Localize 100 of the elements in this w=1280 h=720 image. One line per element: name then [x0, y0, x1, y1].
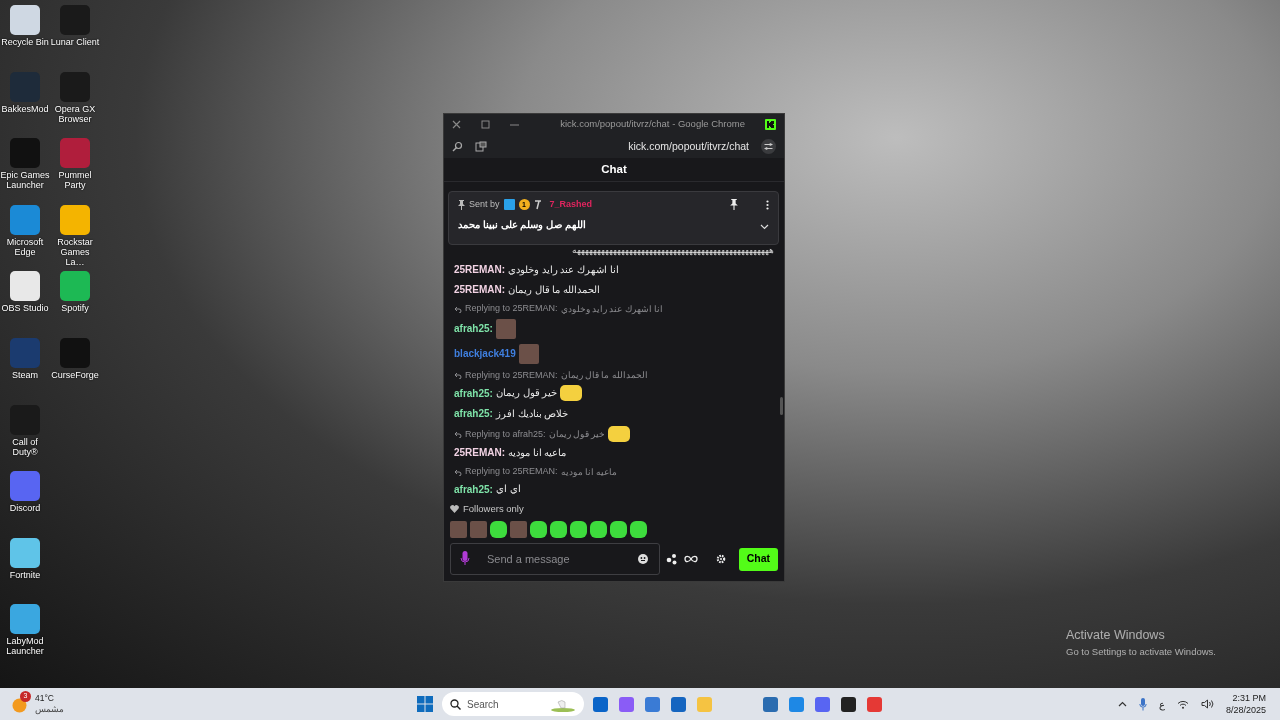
icon-label[interactable]: Call of Duty® — [0, 436, 50, 457]
search-icon[interactable] — [452, 141, 463, 152]
icon-label[interactable]: Epic Games Launcher — [0, 170, 50, 191]
reply-label[interactable]: Replying to 25REMAN: — [465, 368, 558, 383]
emote-photo-placeholder — [518, 343, 539, 364]
search-placeholder: Search — [467, 697, 500, 712]
more-options-icon[interactable] — [766, 199, 769, 210]
close-icon[interactable] — [452, 120, 461, 129]
emote-photo-placeholder — [495, 318, 516, 339]
site-settings-icon[interactable] — [761, 139, 776, 154]
emote-drawing — [590, 521, 607, 538]
app-icon[interactable] — [60, 271, 90, 302]
followers-only-notice: Followers only — [463, 501, 524, 516]
username[interactable]: 25REMAN: — [454, 282, 506, 298]
wifi-icon[interactable] — [1176, 699, 1189, 709]
username[interactable]: 25REMAN: — [454, 445, 506, 461]
app-logo-icon — [765, 119, 776, 130]
icon-label[interactable]: Microsoft Edge — [0, 236, 50, 257]
minimize-icon[interactable] — [510, 123, 519, 126]
microphone-icon[interactable] — [460, 551, 470, 566]
taskbar-search[interactable]: Search — [442, 692, 584, 716]
chat-message-text: الحمدالله ما قال ريمان — [508, 282, 601, 297]
language-indicator[interactable]: ع — [1158, 696, 1165, 712]
start-icon[interactable] — [417, 696, 433, 712]
emote-drawing — [570, 521, 587, 538]
pinned-message-text: اللهم صل وسلم على نبينا محمد — [458, 217, 586, 232]
reply-icon — [454, 372, 462, 379]
reply-icon — [454, 430, 462, 438]
reply-icon — [454, 305, 462, 313]
chat-send-button[interactable]: Chat — [738, 547, 778, 571]
message-input[interactable]: Send a message — [450, 543, 660, 575]
icon-label[interactable]: Steam — [0, 369, 50, 380]
emote-drawing — [560, 385, 583, 402]
taskbar-app-icon[interactable] — [841, 696, 856, 712]
reply-label[interactable]: Replying to 25REMAN: — [465, 302, 558, 316]
icon-label[interactable]: Recycle Bin — [0, 37, 50, 47]
infinity-icon[interactable] — [684, 555, 698, 563]
window-title: kick.com/popout/itvrz/chat - Google Chrome — [560, 117, 745, 132]
icon-label[interactable]: Pummel Party — [50, 170, 100, 191]
icon-label[interactable]: Rockstar Games La… — [50, 236, 100, 267]
reply-quote: الحمدالله ما قال ريمان — [560, 369, 648, 382]
emote-drawing — [630, 521, 647, 538]
scrollbar-thumb[interactable] — [780, 396, 783, 415]
chat-message-text: اي اي — [495, 482, 521, 497]
icon-label[interactable]: Spotify — [50, 303, 100, 314]
cast-icon[interactable] — [475, 141, 487, 152]
reply-label[interactable]: Replying to 25REMAN: — [465, 465, 558, 479]
activation-title: Activate Windows — [1066, 627, 1166, 644]
username[interactable]: afrah25: — [454, 406, 493, 422]
icon-label[interactable]: CurseForge — [50, 369, 100, 380]
emoji-icon[interactable] — [638, 554, 648, 564]
icon-label[interactable]: Lunar Client — [50, 37, 100, 47]
heart-icon — [450, 504, 459, 513]
chat-message-text: انا اشهرك عند رايد وخلودي — [508, 262, 619, 277]
reply-quote: انا اشهرك عند رايد وخلودي — [560, 302, 663, 316]
icon-label[interactable]: BakkesMod — [0, 103, 50, 114]
icon-label[interactable]: Fortnite — [0, 569, 50, 580]
chat-title: Chat — [601, 161, 627, 177]
app-icon[interactable] — [60, 204, 90, 235]
chat-message-text: خلاص بناديك افرز — [495, 406, 569, 421]
maximize-icon[interactable] — [481, 120, 490, 129]
chat-message-text: خير قول ريمان — [495, 386, 558, 401]
emote-drawing — [490, 521, 507, 538]
emote-photo-placeholder — [510, 521, 527, 538]
icon-label[interactable]: LabyMod Launcher — [0, 636, 50, 657]
activation-subtitle: Go to Settings to activate Windows. — [1066, 644, 1216, 659]
username[interactable]: afrah25: — [454, 321, 493, 337]
username[interactable]: afrah25: — [454, 385, 493, 401]
icon-label[interactable]: Discord — [0, 503, 50, 514]
chat-message-text: هههههههههههههههههههههههههههههههههههههههههههههههههه — [571, 243, 774, 257]
chevron-up-icon[interactable] — [1117, 701, 1127, 707]
weather-condition: مشمس — [35, 704, 64, 715]
pinned-label: Sent by — [469, 198, 500, 211]
username[interactable]: afrah25: — [454, 481, 493, 497]
emote-drawing — [610, 521, 627, 538]
settings-icon[interactable] — [716, 554, 726, 564]
app-icon[interactable] — [10, 537, 40, 568]
temperature[interactable]: 41°C — [35, 693, 64, 704]
emote-photo-placeholder — [450, 521, 467, 538]
emote-photo-placeholder — [470, 521, 487, 538]
pin-icon[interactable] — [730, 199, 738, 211]
chevron-down-icon[interactable] — [760, 224, 769, 230]
emote-drawing — [530, 521, 547, 538]
clock-date[interactable]: 8/28/2025 — [1225, 704, 1266, 716]
dots-icon[interactable] — [666, 553, 678, 565]
verified-badge-icon — [533, 199, 542, 210]
microphone-icon[interactable] — [1138, 697, 1147, 711]
app-icon[interactable] — [10, 271, 40, 302]
app-icon[interactable] — [10, 604, 40, 635]
clock-time[interactable]: 2:31 PM — [1232, 692, 1266, 704]
speaker-icon[interactable] — [1200, 699, 1214, 709]
reply-label[interactable]: Replying to afrah25: — [465, 427, 546, 441]
reply-quote: خير قول ريمان — [548, 427, 606, 441]
username[interactable]: blackjack419 — [454, 346, 516, 362]
icon-label[interactable]: Opera GX Browser — [50, 103, 100, 124]
username[interactable]: 25REMAN: — [454, 262, 506, 278]
chat-message-text: ماعيه انا موديه — [508, 445, 567, 460]
emote-drawing — [550, 521, 567, 538]
icon-label[interactable]: OBS Studio — [0, 303, 50, 314]
reply-quote: ماعيه انا موديه — [560, 465, 618, 479]
